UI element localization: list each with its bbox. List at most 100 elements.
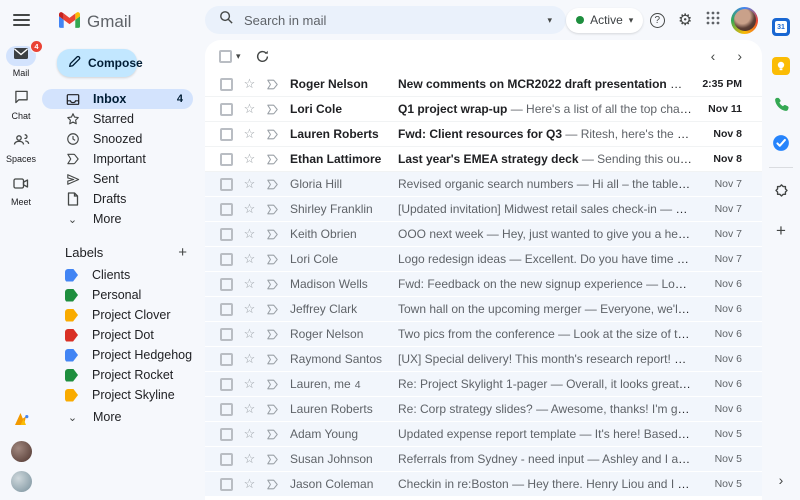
label-item[interactable]: Personal bbox=[42, 285, 205, 305]
row-checkbox[interactable] bbox=[220, 377, 233, 391]
email-row[interactable]: ☆ Lori Cole Logo redesign ideas — Excell… bbox=[205, 247, 762, 272]
importance-marker-icon[interactable] bbox=[266, 454, 281, 465]
email-row[interactable]: ☆ Gloria Hill Revised organic search num… bbox=[205, 172, 762, 197]
importance-marker-icon[interactable] bbox=[266, 354, 281, 365]
star-icon[interactable]: ☆ bbox=[242, 126, 257, 142]
refresh-button[interactable] bbox=[255, 49, 270, 64]
importance-marker-icon[interactable] bbox=[266, 129, 281, 140]
email-row[interactable]: ☆ Madison Wells Fwd: Feedback on the new… bbox=[205, 272, 762, 297]
rail-item-chat[interactable]: Chat bbox=[6, 89, 36, 121]
row-checkbox[interactable] bbox=[220, 352, 233, 366]
email-row[interactable]: ☆ Susan Johnson Referrals from Sydney - … bbox=[205, 447, 762, 472]
google-tasks-icon[interactable] bbox=[772, 134, 790, 152]
chat-space-logo[interactable] bbox=[13, 412, 30, 432]
google-keep-icon[interactable] bbox=[772, 57, 790, 75]
importance-marker-icon[interactable] bbox=[266, 229, 281, 240]
star-icon[interactable]: ☆ bbox=[242, 326, 257, 342]
email-row[interactable]: ☆ Shirley Franklin [Updated invitation] … bbox=[205, 197, 762, 222]
email-row[interactable]: ☆ Lauren Roberts Re: Corp strategy slide… bbox=[205, 397, 762, 422]
star-icon[interactable]: ☆ bbox=[242, 351, 257, 367]
select-caret-icon[interactable]: ▾ bbox=[236, 51, 241, 62]
row-checkbox[interactable] bbox=[220, 177, 233, 191]
row-checkbox[interactable] bbox=[220, 102, 233, 116]
row-checkbox[interactable] bbox=[220, 227, 233, 241]
importance-marker-icon[interactable] bbox=[266, 329, 281, 340]
newer-page-button[interactable]: ‹ bbox=[711, 48, 716, 64]
row-checkbox[interactable] bbox=[220, 477, 233, 491]
email-row[interactable]: ☆ Roger Nelson New comments on MCR2022 d… bbox=[205, 72, 762, 97]
status-selector[interactable]: Active ▾ bbox=[566, 7, 644, 33]
rail-item-meet[interactable]: Meet bbox=[6, 175, 36, 207]
email-row[interactable]: ☆ Jason Coleman Checkin in re:Boston — H… bbox=[205, 472, 762, 497]
sidebar-item-important[interactable]: Important bbox=[42, 149, 193, 169]
email-row[interactable]: ☆ Lauren, me 4 Re: Project Skylight 1-pag… bbox=[205, 372, 762, 397]
row-checkbox[interactable] bbox=[220, 252, 233, 266]
row-checkbox[interactable] bbox=[220, 77, 233, 91]
label-item[interactable]: Project Skyline bbox=[42, 385, 205, 405]
importance-marker-icon[interactable] bbox=[266, 479, 281, 490]
google-apps-button[interactable] bbox=[699, 6, 727, 34]
star-icon[interactable]: ☆ bbox=[242, 476, 257, 492]
email-row[interactable]: ☆ Roger Nelson Two pics from the confere… bbox=[205, 322, 762, 347]
chat-contact-avatar-2[interactable] bbox=[10, 471, 32, 492]
row-checkbox[interactable] bbox=[220, 127, 233, 141]
star-icon[interactable]: ☆ bbox=[242, 401, 257, 417]
importance-marker-icon[interactable] bbox=[266, 104, 281, 115]
importance-marker-icon[interactable] bbox=[266, 154, 281, 165]
create-label-button[interactable]: + bbox=[178, 245, 187, 260]
star-icon[interactable]: ☆ bbox=[242, 301, 257, 317]
sidebar-item-drafts[interactable]: Drafts bbox=[42, 189, 193, 209]
star-icon[interactable]: ☆ bbox=[242, 226, 257, 242]
row-checkbox[interactable] bbox=[220, 277, 233, 291]
search-options-caret-icon[interactable]: ▾ bbox=[548, 15, 553, 26]
email-row[interactable]: ☆ Lauren Roberts Fwd: Client resources f… bbox=[205, 122, 762, 147]
star-icon[interactable]: ☆ bbox=[242, 451, 257, 467]
compose-button[interactable]: Compose bbox=[57, 49, 143, 77]
star-icon[interactable]: ☆ bbox=[242, 426, 257, 442]
label-item[interactable]: Project Dot bbox=[42, 325, 205, 345]
sidebar-item-sent[interactable]: Sent bbox=[42, 169, 193, 189]
importance-marker-icon[interactable] bbox=[266, 379, 281, 390]
collapse-side-panel-button[interactable]: › bbox=[779, 472, 784, 500]
labels-more[interactable]: ⌄ More bbox=[42, 407, 193, 427]
email-row[interactable]: ☆ Raymond Santos [UX] Special delivery! … bbox=[205, 347, 762, 372]
older-page-button[interactable]: › bbox=[737, 48, 742, 64]
rail-item-spaces[interactable]: Spaces bbox=[6, 132, 36, 164]
help-button[interactable]: ? bbox=[643, 6, 671, 34]
add-side-panel-app-button[interactable]: + bbox=[776, 221, 786, 241]
google-calendar-icon[interactable]: 31 bbox=[772, 18, 790, 36]
sidebar-item-starred[interactable]: Starred bbox=[42, 109, 193, 129]
importance-marker-icon[interactable] bbox=[266, 304, 281, 315]
sidebar-item-inbox[interactable]: Inbox 4 bbox=[42, 89, 193, 109]
row-checkbox[interactable] bbox=[220, 202, 233, 216]
account-avatar[interactable] bbox=[731, 6, 758, 34]
row-checkbox[interactable] bbox=[220, 327, 233, 341]
importance-marker-icon[interactable] bbox=[266, 204, 281, 215]
row-checkbox[interactable] bbox=[220, 302, 233, 316]
row-checkbox[interactable] bbox=[220, 452, 233, 466]
star-icon[interactable]: ☆ bbox=[242, 276, 257, 292]
email-row[interactable]: ☆ Jeffrey Clark Town hall on the upcomin… bbox=[205, 297, 762, 322]
importance-marker-icon[interactable] bbox=[266, 79, 281, 90]
label-item[interactable]: Project Hedgehog bbox=[42, 345, 205, 365]
row-checkbox[interactable] bbox=[220, 402, 233, 416]
chat-contact-avatar-1[interactable] bbox=[10, 441, 32, 462]
importance-marker-icon[interactable] bbox=[266, 254, 281, 265]
label-item[interactable]: Project Rocket bbox=[42, 365, 205, 385]
label-item[interactable]: Clients bbox=[42, 265, 205, 285]
settings-button[interactable]: ⚙ bbox=[671, 6, 699, 34]
importance-marker-icon[interactable] bbox=[266, 179, 281, 190]
rail-item-mail[interactable]: 4 Mail bbox=[6, 40, 43, 78]
star-icon[interactable]: ☆ bbox=[242, 76, 257, 92]
row-checkbox[interactable] bbox=[220, 152, 233, 166]
star-icon[interactable]: ☆ bbox=[242, 201, 257, 217]
google-voice-icon[interactable] bbox=[773, 96, 790, 113]
importance-marker-icon[interactable] bbox=[266, 404, 281, 415]
main-menu-icon[interactable] bbox=[12, 14, 30, 26]
sidebar-item-snoozed[interactable]: Snoozed bbox=[42, 129, 193, 149]
select-all-checkbox[interactable] bbox=[219, 49, 232, 63]
importance-marker-icon[interactable] bbox=[266, 279, 281, 290]
email-row[interactable]: ☆ Keith Obrien OOO next week — Hey, just… bbox=[205, 222, 762, 247]
email-row[interactable]: ☆ Adam Young Updated expense report temp… bbox=[205, 422, 762, 447]
star-icon[interactable]: ☆ bbox=[242, 151, 257, 167]
